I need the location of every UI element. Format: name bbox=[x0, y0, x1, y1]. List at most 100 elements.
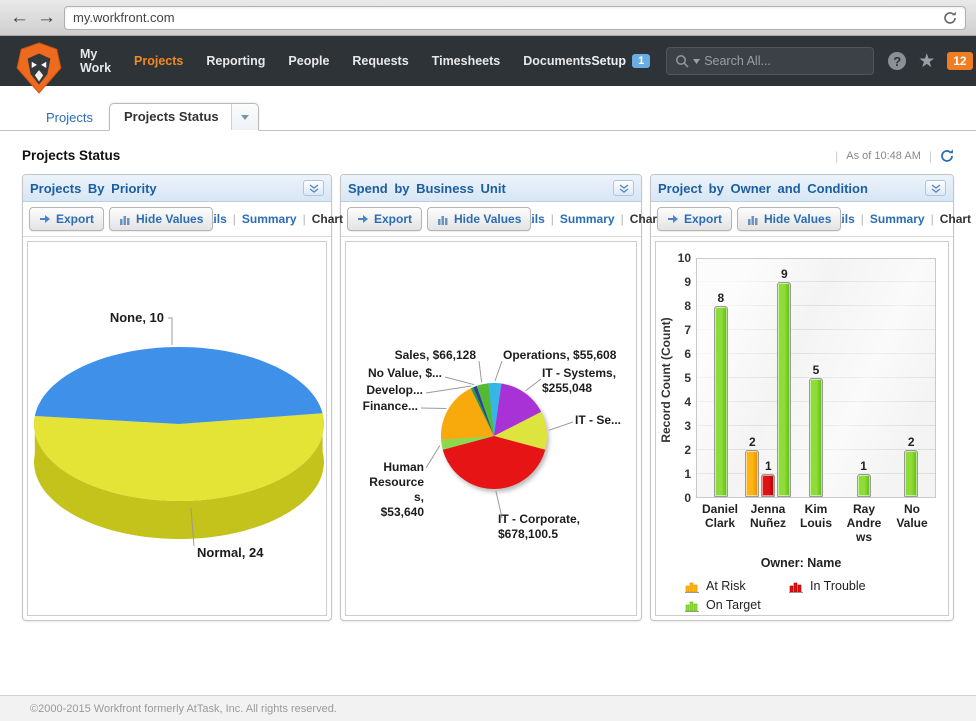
help-icon[interactable]: ? bbox=[888, 52, 906, 70]
legend-item-at-risk: At Risk bbox=[685, 579, 789, 593]
pie-label: Operations, $55,608 bbox=[503, 348, 617, 362]
as-of-timestamp: As of 10:48 AM bbox=[846, 150, 921, 162]
browser-refresh-icon[interactable] bbox=[943, 11, 957, 25]
label-leader-line bbox=[426, 386, 471, 393]
workfront-logo-icon[interactable] bbox=[16, 42, 62, 94]
bar-chart-project-by-owner: Record Count (Count)0123456789108219512D… bbox=[655, 241, 949, 616]
bar-in-trouble bbox=[761, 474, 775, 497]
legend-bars-icon bbox=[685, 580, 699, 593]
chart-link[interactable]: Chart bbox=[940, 212, 971, 226]
y-axis-title: Record Count (Count) bbox=[658, 250, 674, 544]
export-arrow-icon bbox=[357, 214, 369, 224]
hide-values-button[interactable]: Hide Values bbox=[737, 207, 841, 231]
bar-group-daniel-clark: 8 bbox=[697, 259, 745, 497]
mini-chart-icon bbox=[437, 214, 449, 225]
copyright-text: ©2000-2015 Workfront formerly AtTask, In… bbox=[30, 703, 337, 715]
tab-projects[interactable]: Projects bbox=[30, 105, 109, 130]
label-leader-line bbox=[168, 318, 172, 345]
legend-item-on-target: On Target bbox=[685, 598, 789, 612]
setup-link[interactable]: Setup bbox=[591, 54, 626, 68]
pie-label: HumanResources,$53,640 bbox=[369, 460, 424, 519]
bar-plot-area: 8219512 bbox=[696, 258, 936, 498]
menu-item-requests[interactable]: Requests bbox=[352, 54, 408, 68]
content-area: Projects Projects Status Projects Status… bbox=[0, 105, 976, 621]
export-button[interactable]: Export bbox=[657, 207, 732, 231]
tab-projects-status[interactable]: Projects Status bbox=[109, 103, 259, 131]
menu-item-documents[interactable]: Documents bbox=[523, 54, 591, 68]
pie-label: No Value, $... bbox=[368, 366, 442, 380]
panel-spend-by-business-unit: Spend by Business Unit Export Hide Value… bbox=[340, 174, 642, 621]
url-text[interactable]: my.workfront.com bbox=[73, 10, 943, 25]
main-menu: My Work Projects Reporting People Requests Ti… bbox=[80, 47, 591, 75]
menu-item-timesheets[interactable]: Timesheets bbox=[432, 54, 501, 68]
search-scope-caret-icon[interactable] bbox=[693, 59, 700, 64]
search-input[interactable] bbox=[704, 54, 865, 68]
browser-forward-icon[interactable]: → bbox=[37, 8, 56, 27]
bar-group-jenna-nu-ez: 219 bbox=[745, 259, 793, 497]
menu-item-my-work[interactable]: My Work bbox=[80, 47, 111, 75]
collapse-panel-icon[interactable] bbox=[613, 180, 634, 196]
dashboard-panels: Projects By Priority Export Hide Values … bbox=[0, 174, 976, 621]
hide-values-button[interactable]: Hide Values bbox=[109, 207, 213, 231]
bar-group-kim-louis: 5 bbox=[792, 259, 840, 497]
menu-item-people[interactable]: People bbox=[288, 54, 329, 68]
dashboard-refresh-icon[interactable] bbox=[940, 149, 954, 163]
summary-link[interactable]: Summary bbox=[870, 212, 925, 226]
bar-value-label: 1 bbox=[765, 459, 772, 473]
bar-at-risk bbox=[745, 450, 759, 497]
mini-chart-icon bbox=[119, 214, 131, 225]
label-leader-line bbox=[426, 446, 440, 468]
bar-on-target bbox=[777, 282, 791, 497]
y-axis-ticks: 012345678910 bbox=[674, 258, 696, 498]
panel-title: Projects By Priority bbox=[30, 181, 157, 196]
summary-link[interactable]: Summary bbox=[560, 212, 615, 226]
pie-label: Normal, 24 bbox=[197, 545, 264, 560]
browser-back-icon[interactable]: ← bbox=[10, 8, 29, 27]
legend-item-in-trouble: In Trouble bbox=[789, 579, 917, 593]
mini-chart-icon bbox=[747, 214, 759, 225]
pie-chart-projects-by-priority: None, 10Normal, 24 bbox=[27, 241, 327, 616]
pie-label: IT - Systems,$255,048 bbox=[542, 366, 616, 395]
export-button[interactable]: Export bbox=[347, 207, 422, 231]
pie-slice-none bbox=[35, 347, 323, 424]
chart-link[interactable]: Chart bbox=[312, 212, 343, 226]
chart-legend: At RiskIn TroubleOn Target bbox=[685, 579, 917, 612]
summary-link[interactable]: Summary bbox=[242, 212, 297, 226]
bar-group-no-value: 2 bbox=[887, 259, 935, 497]
label-leader-line bbox=[549, 422, 573, 430]
menu-item-projects[interactable]: Projects bbox=[134, 54, 183, 68]
bar-group-ray-andrews: 1 bbox=[840, 259, 888, 497]
x-axis-labels: Daniel ClarkJenna NuñezKim LouisRay Andr… bbox=[696, 502, 936, 544]
pie-label: Sales, $66,128 bbox=[395, 348, 477, 362]
panel-title: Project by Owner and Condition bbox=[658, 181, 868, 196]
export-arrow-icon bbox=[39, 214, 51, 224]
address-bar[interactable]: my.workfront.com bbox=[64, 6, 966, 30]
panel-project-by-owner-and-condition: Project by Owner and Condition Export Hi… bbox=[650, 174, 954, 621]
pie-label: IT - Se... bbox=[575, 413, 621, 427]
menu-item-reporting[interactable]: Reporting bbox=[206, 54, 265, 68]
collapse-panel-icon[interactable] bbox=[925, 180, 946, 196]
top-nav: My Work Projects Reporting People Requests Ti… bbox=[0, 36, 976, 86]
collapse-panel-icon[interactable] bbox=[303, 180, 324, 196]
bar-value-label: 1 bbox=[860, 459, 867, 473]
global-search[interactable] bbox=[666, 47, 874, 75]
bar-value-label: 2 bbox=[908, 435, 915, 449]
tab-dropdown-caret-icon[interactable] bbox=[231, 104, 258, 130]
footer: ©2000-2015 Workfront formerly AtTask, In… bbox=[0, 695, 976, 721]
browser-chrome: ← → my.workfront.com bbox=[0, 0, 976, 36]
legend-bars-icon bbox=[685, 599, 699, 612]
bar-on-target bbox=[809, 378, 823, 497]
setup-badge: 1 bbox=[632, 54, 650, 68]
bar-value-label: 5 bbox=[813, 363, 820, 377]
bar-value-label: 8 bbox=[717, 291, 724, 305]
tab-bar: Projects Projects Status bbox=[0, 105, 976, 131]
hide-values-button[interactable]: Hide Values bbox=[427, 207, 531, 231]
bar-on-target bbox=[857, 474, 871, 497]
notification-badge[interactable]: 12 bbox=[947, 52, 972, 70]
favorites-star-icon[interactable]: ★ bbox=[918, 50, 935, 73]
bar-value-label: 9 bbox=[781, 267, 788, 281]
page-title: Projects Status bbox=[22, 148, 120, 163]
export-button[interactable]: Export bbox=[29, 207, 104, 231]
label-leader-line bbox=[421, 408, 446, 409]
label-leader-line bbox=[479, 361, 482, 382]
